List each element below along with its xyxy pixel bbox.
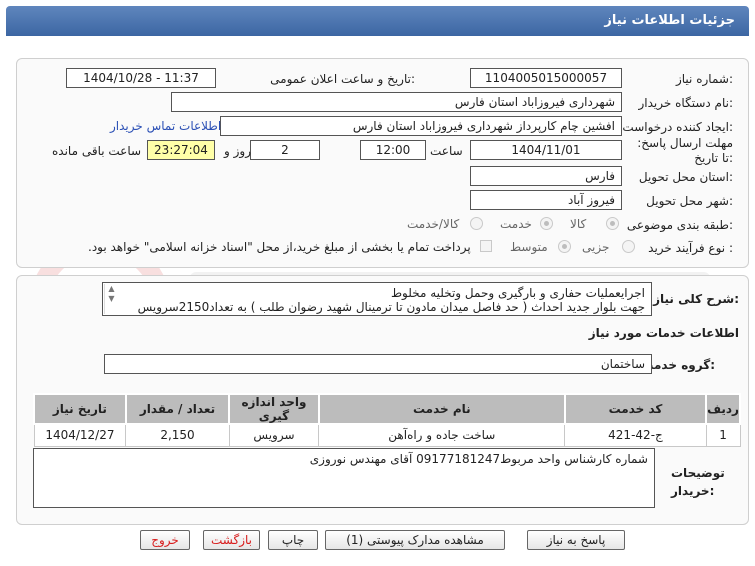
print-button[interactable]: چاپ <box>268 530 318 550</box>
and-label: روز و <box>224 144 251 158</box>
page-title: جزئیات اطلاعات نیاز <box>6 6 749 36</box>
deadline-date-field: 1404/11/01 <box>470 140 622 160</box>
col-row: ردیف <box>705 393 741 425</box>
col-unit: واحد اندازه گیری <box>228 393 320 425</box>
requester-field: افشین چام کارپرداز شهرداری فیروزاباد است… <box>220 116 622 136</box>
col-quantity: تعداد / مقدار <box>124 393 231 425</box>
delivery-city-label: شهر محل تحویل: <box>646 194 733 208</box>
process-minor-radio[interactable] <box>622 240 635 253</box>
delivery-province-field: فارس <box>470 166 622 186</box>
requester-label: ایجاد کننده درخواست: <box>622 120 733 134</box>
cell-service-code: ج-42-421 <box>564 423 707 447</box>
category-goods-label: کالا <box>570 217 587 231</box>
deadline-time-field: 12:00 <box>360 140 426 160</box>
table-header-row: تاریخ نیاز تعداد / مقدار واحد اندازه گیر… <box>33 393 741 425</box>
cell-quantity: 2,150 <box>125 423 230 447</box>
service-group-label: گروه خدمت: <box>641 358 715 372</box>
col-service-code: کد خدمت <box>563 393 708 425</box>
need-number-label: شماره نیاز: <box>675 72 733 86</box>
deadline-label: مهلت ارسال پاسخ: تا تاریخ: <box>637 136 733 165</box>
remaining-time-field: 23:27:04 <box>147 140 215 160</box>
treasury-checkbox[interactable] <box>480 240 492 252</box>
cell-unit: سرویس <box>228 423 320 447</box>
reply-button[interactable]: پاسخ به نیاز <box>527 530 625 550</box>
category-service-label: خدمت <box>500 217 532 231</box>
days-field: 2 <box>250 140 320 160</box>
category-both-radio[interactable] <box>470 217 483 230</box>
table-row: 1404/12/27 2,150 سرویس ساخت جاده و راه‌آ… <box>33 423 741 447</box>
desc-line-1: اجرایعملیات حفاری و بارگیری وحمل وتخلیه … <box>390 286 645 300</box>
contact-buyer-link[interactable]: اطلاعات تماس خریدار <box>110 119 221 133</box>
need-number-field: 1104005015000057 <box>470 68 622 88</box>
process-type-label: نوع فرآیند خرید : <box>648 241 733 255</box>
col-service-name: نام خدمت <box>317 393 566 425</box>
col-date: تاریخ نیاز <box>33 393 127 425</box>
delivery-city-field: فیروز آباد <box>470 190 622 210</box>
buyer-org-field: شهرداری فیروزاباد استان فارس <box>171 92 622 112</box>
buyer-org-label: نام دستگاه خریدار: <box>638 96 734 110</box>
desc-scrollbar[interactable]: ▲ ▼ <box>104 284 118 314</box>
process-minor-label: جزیی <box>582 240 610 254</box>
cell-row: 1 <box>705 423 741 447</box>
exit-button[interactable]: خروج <box>140 530 190 550</box>
back-button[interactable]: بازگشت <box>203 530 260 550</box>
announce-datetime-field: 1404/10/28 - 11:37 <box>66 68 216 88</box>
remaining-label: ساعت باقی مانده <box>52 144 142 158</box>
category-service-radio[interactable] <box>540 217 553 230</box>
process-medium-label: متوسط <box>510 240 548 254</box>
treasury-note: پرداخت تمام یا بخشی از مبلغ خرید،از محل … <box>88 240 471 254</box>
delivery-province-label: استان محل تحویل: <box>638 170 733 184</box>
cell-service-name: ساخت جاده و راه‌آهن <box>318 423 566 447</box>
process-medium-radio[interactable] <box>558 240 571 253</box>
buyer-notes-label: توضیحات خریدار: <box>671 466 725 498</box>
general-desc-box: اجرایعملیات حفاری و بارگیری وحمل وتخلیه … <box>102 282 652 316</box>
category-both-label: کالا/خدمت <box>407 217 460 231</box>
desc-line-2: جهت بلوار جدید احداث ( حد فاصل میدان ماد… <box>137 300 645 314</box>
cell-date: 1404/12/27 <box>33 423 127 447</box>
category-label: طبقه بندی موضوعی: <box>626 218 733 232</box>
time-label: ساعت <box>430 144 463 158</box>
category-goods-radio[interactable] <box>606 217 619 230</box>
services-info-heading: اطلاعات خدمات مورد نیاز <box>588 326 739 340</box>
announce-datetime-label: تاریخ و ساعت اعلان عمومی: <box>270 72 415 86</box>
service-group-field: ساختمان <box>104 354 652 374</box>
services-table: تاریخ نیاز تعداد / مقدار واحد اندازه گیر… <box>33 393 741 447</box>
buyer-notes-box: شماره کارشناس واحد مربوط09177181247 آقای… <box>33 448 655 508</box>
general-desc-label: شرح کلی نیاز: <box>653 292 739 306</box>
attachments-button[interactable]: مشاهده مدارک پیوستی (1) <box>325 530 505 550</box>
